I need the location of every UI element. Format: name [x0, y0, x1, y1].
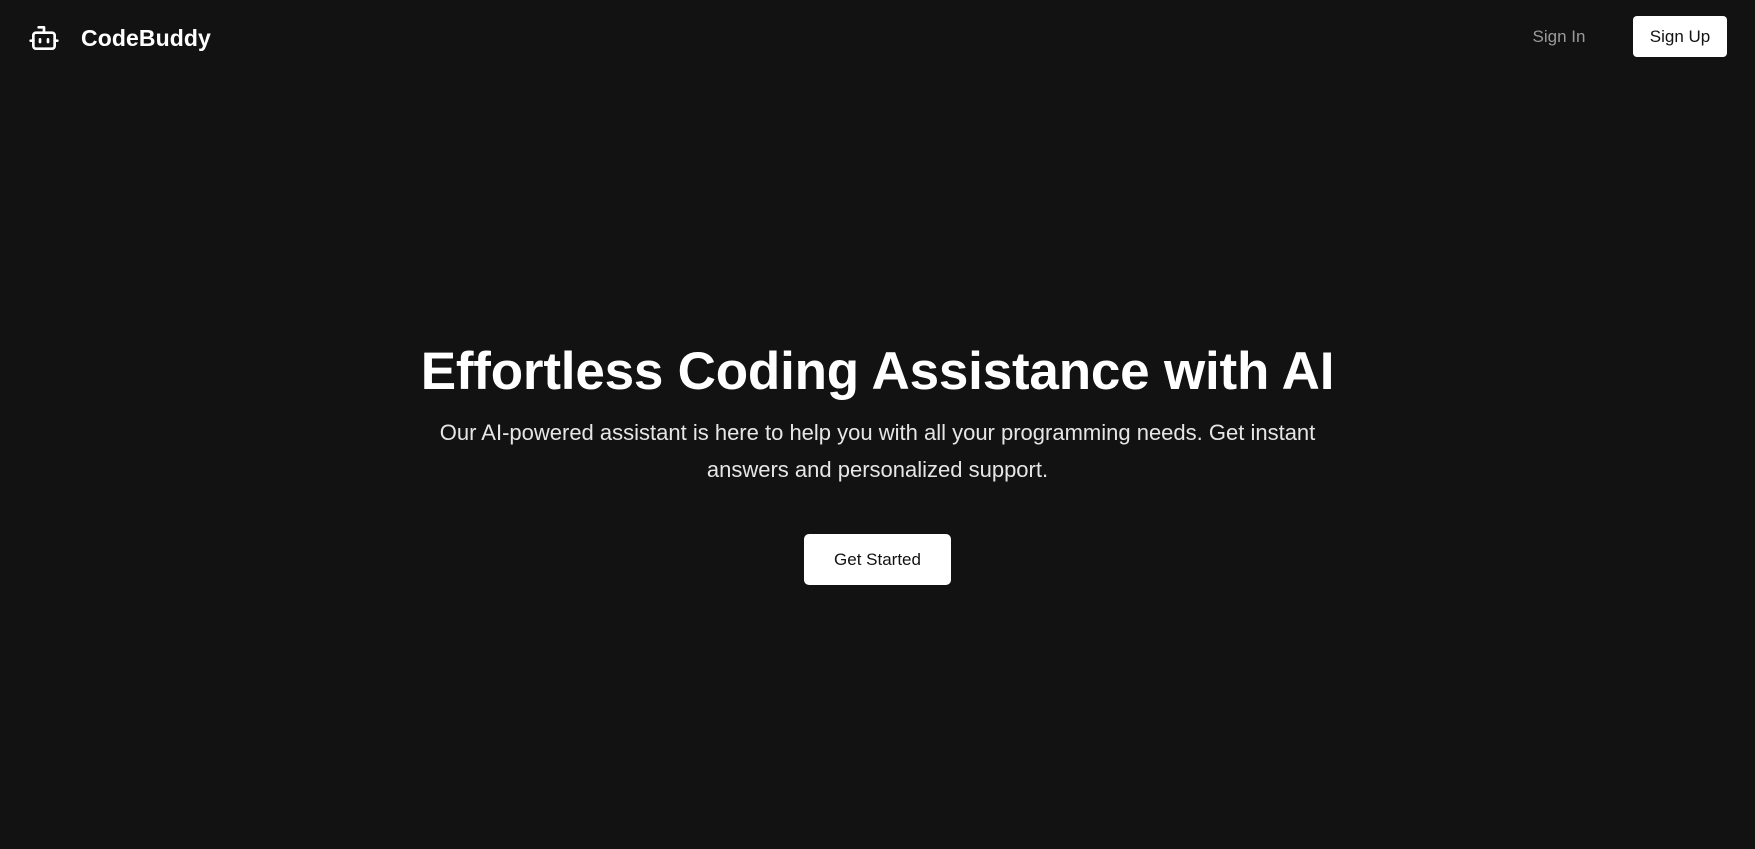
get-started-button[interactable]: Get Started: [804, 534, 951, 585]
sign-in-link[interactable]: Sign In: [1510, 23, 1608, 51]
hero-title: Effortless Coding Assistance with AI: [420, 342, 1335, 401]
brand-link[interactable]: CodeBuddy: [28, 22, 211, 54]
hero-section: Effortless Coding Assistance with AI Our…: [0, 330, 1755, 488]
brand-name: CodeBuddy: [81, 24, 211, 51]
site-header: CodeBuddy Sign In Sign Up: [0, 0, 1755, 76]
hero-subtitle: Our AI-powered assistant is here to help…: [439, 420, 1316, 482]
robot-icon: [29, 26, 59, 50]
sign-up-button[interactable]: Sign Up: [1633, 16, 1727, 57]
